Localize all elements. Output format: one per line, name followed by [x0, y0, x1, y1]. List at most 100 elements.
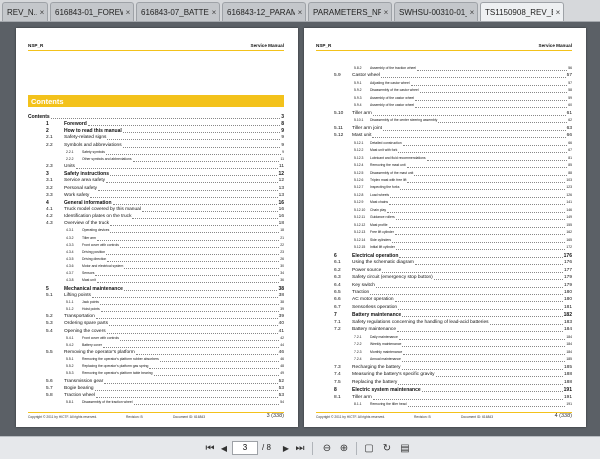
toc-entry[interactable]: 4.3.6 Motor and electrical system 30: [28, 264, 284, 270]
toc-entry[interactable]: 5.9 Castor wheel 57: [316, 73, 572, 79]
toc-entry[interactable]: 5.12.4 Removing the mast unit 85: [316, 163, 572, 169]
toc-entry[interactable]: 5.4.1 Front cover with controls 42: [28, 336, 284, 342]
toc-entry[interactable]: 6.4 Key switch 179: [316, 283, 572, 289]
toc-entry[interactable]: 7.2.1 Daily maintenance 184: [316, 335, 572, 341]
toc-entry[interactable]: 5.12.10 Chain play 146: [316, 208, 572, 214]
toc-entry[interactable]: 5.5.3 Removing the operator's platform ta…: [28, 371, 284, 377]
toc-entry[interactable]: 5.12.15 Initial lift cylinder 172: [316, 245, 572, 251]
toc-entry[interactable]: 5.8.1 Disassembly of the traction wheel 54: [28, 400, 284, 406]
close-tab-icon[interactable]: ×: [209, 8, 219, 17]
document-viewer[interactable]: NSP_R Service Manual Contents Contents 3 1…: [0, 22, 600, 436]
toc-entry[interactable]: 5.12.14 Side cylinders 165: [316, 238, 572, 244]
toc-entry[interactable]: 7.2 Battery maintenance 184: [316, 327, 572, 333]
toc-entry[interactable]: 6.3 Safety circuit (emergency stop button…: [316, 275, 572, 281]
toc-entry[interactable]: 5.1 Lifting points 38: [28, 293, 284, 299]
view-mode-icon[interactable]: ▤: [398, 442, 412, 455]
toc-entry[interactable]: 5.4.2 Battery cover 44: [28, 343, 284, 349]
toc-entry[interactable]: 6.2 Power source 177: [316, 268, 572, 274]
toc-entry[interactable]: 5.12.2 Mast unit with fork 67: [316, 148, 572, 154]
previous-page-icon[interactable]: ◀: [218, 442, 230, 455]
toc-entry[interactable]: 6.6 AC motor operation 180: [316, 297, 572, 303]
rotate-icon[interactable]: ↻: [380, 442, 394, 455]
toc-entry[interactable]: 5.10 Tiller arm 61: [316, 111, 572, 117]
tab-2[interactable]: 616843-01_FOREWOR...×: [50, 2, 134, 21]
toc-entry[interactable]: 5.3 Ordering spare parts 40: [28, 321, 284, 327]
toc-entry[interactable]: 7.3 Recharging the battery 185: [316, 365, 572, 371]
toc-entry[interactable]: 5.12.13 Free lift cylinder 162: [316, 230, 572, 236]
toc-entry[interactable]: 3 Safety instructions 12: [28, 171, 284, 177]
toc-entry[interactable]: 5.1.2 Hoist points 39: [28, 307, 284, 313]
close-tab-icon[interactable]: ×: [381, 8, 391, 17]
close-tab-icon[interactable]: ×: [553, 8, 563, 17]
fit-page-icon[interactable]: ▢: [362, 442, 376, 455]
toc-entry[interactable]: 7.5 Replacing the battery 188: [316, 380, 572, 386]
page-number-input[interactable]: 3: [232, 441, 258, 455]
toc-entry[interactable]: 5.12.11 Guidance rollers 149: [316, 215, 572, 221]
toc-entry[interactable]: 3.3 Work safety 13: [28, 193, 284, 199]
tab-1[interactable]: REV_N...×: [2, 2, 48, 21]
toc-entry[interactable]: 8.1.1 Removing the tiller head 191: [316, 402, 572, 408]
toc-entry[interactable]: 5.12.12 Mast profile 155: [316, 223, 572, 229]
tab-4[interactable]: 616843-12_PARAMET...×: [222, 2, 306, 21]
toc-entry[interactable]: 4.3.4 Driving position 23: [28, 250, 284, 256]
toc-entry[interactable]: 4.3.8 Mast unit 36: [28, 278, 284, 284]
toc-entry[interactable]: 5.10.1 Disassembly of the center steering…: [316, 118, 572, 124]
toc-entry[interactable]: 5.12.7 Inspecting the forks 123: [316, 185, 572, 191]
toc-entry[interactable]: 5 Mechanical maintenance 38: [28, 286, 284, 292]
toc-entry[interactable]: 7.4 Measuring the battery's specific grav…: [316, 372, 572, 378]
toc-entry[interactable]: 5.4 Opening the covers 41: [28, 329, 284, 335]
first-page-icon[interactable]: ⏮: [204, 442, 216, 455]
toc-entry[interactable]: 2 How to read this manual 9: [28, 128, 284, 134]
toc-entry[interactable]: 5.12 Mast unit 66: [316, 133, 572, 139]
toc-entry[interactable]: 5.11 Tiller arm joint 63: [316, 126, 572, 132]
tab-6[interactable]: SWHSU-00310-01_TR...×: [394, 2, 478, 21]
toc-entry[interactable]: 4.2 Identification plates on the truck 16: [28, 214, 284, 220]
toc-entry[interactable]: 3.2 Personal safety 13: [28, 186, 284, 192]
toc-entry[interactable]: 6.1 Using the schematic diagram 176: [316, 260, 572, 266]
toc-entry[interactable]: 2.2.1 Safety symbols 9: [28, 150, 284, 156]
toc-entry[interactable]: 6 Electrical operation 176: [316, 253, 572, 259]
toc-entry[interactable]: 5.8.2 Assembly of the traction wheel 56: [316, 66, 572, 72]
toc-entry[interactable]: 5.12.6 Triplex mast with free lift 103: [316, 178, 572, 184]
toc-entry[interactable]: 2.2.2 Other symbols and abbreviations 11: [28, 157, 284, 163]
toc-entry[interactable]: 5.12.5 Disassembly of the mast unit 88: [316, 171, 572, 177]
next-page-icon[interactable]: ▶: [280, 442, 292, 455]
toc-entry[interactable]: 5.5.1 Removing the operator's platform ru…: [28, 357, 284, 363]
last-page-icon[interactable]: ⏭: [294, 442, 306, 455]
toc-entry[interactable]: Contents 3: [28, 114, 284, 120]
toc-entry[interactable]: 5.8 Traction wheel 53: [28, 393, 284, 399]
tab-7[interactable]: TS1150908_REV_E.pdf×: [480, 2, 564, 21]
close-tab-icon[interactable]: ×: [467, 8, 477, 17]
zoom-in-icon[interactable]: ⊕: [337, 442, 351, 455]
tab-3[interactable]: 616843-07_BATTERY...×: [136, 2, 220, 21]
toc-entry[interactable]: 7 Battery maintenance 182: [316, 312, 572, 318]
toc-entry[interactable]: 4.3.2 Tiller arm 21: [28, 236, 284, 242]
toc-entry[interactable]: 2.2 Symbols and abbreviations 9: [28, 143, 284, 149]
toc-entry[interactable]: 4.3.3 Front cover with controls 22: [28, 243, 284, 249]
toc-entry[interactable]: 7.2.3 Monthly maintenance 184: [316, 350, 572, 356]
toc-entry[interactable]: 5.6 Transmission gear 52: [28, 379, 284, 385]
toc-entry[interactable]: 4.3.5 Driving direction 26: [28, 257, 284, 263]
toc-entry[interactable]: 1 Foreword 8: [28, 121, 284, 127]
toc-entry[interactable]: 5.9.2 Disassembly of the castor wheel 58: [316, 88, 572, 94]
toc-entry[interactable]: 4.1 Truck model covered by this manual 16: [28, 207, 284, 213]
toc-entry[interactable]: 4 General information 16: [28, 200, 284, 206]
toc-entry[interactable]: 5.2 Transportation 39: [28, 314, 284, 320]
toc-entry[interactable]: 5.12.3 Lubricant and fluid recommendation…: [316, 156, 572, 162]
toc-entry[interactable]: 2.3 Units 11: [28, 164, 284, 170]
toc-entry[interactable]: 7.2.4 Annual maintenance 185: [316, 357, 572, 363]
toc-entry[interactable]: 6.7 Sensorless operation 181: [316, 305, 572, 311]
toc-entry[interactable]: 5.9.4 Assembly of the castor wheel 60: [316, 103, 572, 109]
toc-entry[interactable]: 5.12.9 Mast chains 141: [316, 200, 572, 206]
toc-entry[interactable]: 7.2.2 Weekly maintenance 184: [316, 342, 572, 348]
toc-entry[interactable]: 2.1 Safety-related signs 9: [28, 135, 284, 141]
toc-entry[interactable]: 5.5.2 Replacing the operator's platform g…: [28, 364, 284, 370]
toc-entry[interactable]: 8.1 Tiller arm 191: [316, 395, 572, 401]
toc-entry[interactable]: 3.1 Service area safety 12: [28, 178, 284, 184]
toc-entry[interactable]: 5.12.8 Load wheels 126: [316, 193, 572, 199]
toc-entry[interactable]: 7.1 Safety regulations concerning the han…: [316, 320, 572, 326]
tab-5[interactable]: PARAMETERS_NPP_N...×: [308, 2, 392, 21]
toc-entry[interactable]: 6.5 Traction 180: [316, 290, 572, 296]
toc-entry[interactable]: 4.3.7 Sensors 34: [28, 271, 284, 277]
close-tab-icon[interactable]: ×: [123, 8, 133, 17]
